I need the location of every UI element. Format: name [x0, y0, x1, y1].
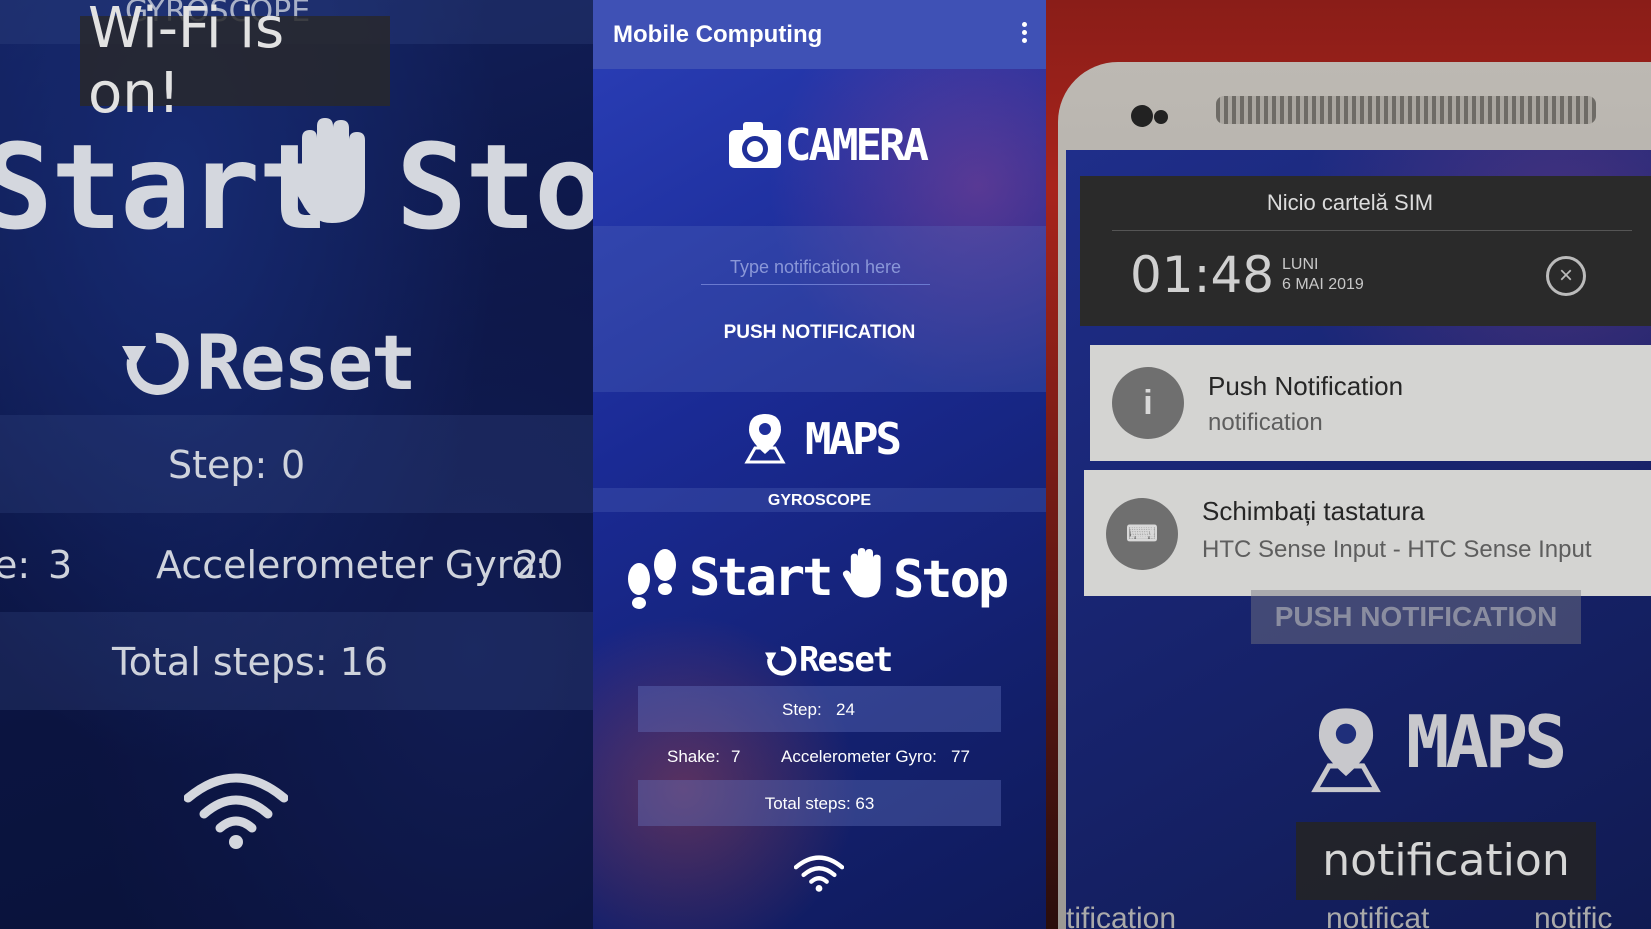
- shake-value: 7: [731, 747, 741, 766]
- total-steps: Total steps: 16: [112, 640, 389, 684]
- notification-body: HTC Sense Input - HTC Sense Input: [1202, 536, 1592, 563]
- sim-status: Nicio cartelă SIM: [1266, 190, 1434, 215]
- start-button[interactable]: Start: [0, 118, 329, 256]
- notification-card[interactable]: i Push Notification notification: [1090, 345, 1651, 461]
- accel-value: 20: [515, 543, 564, 587]
- device-photo: Nicio cartelă SIM 01:48 LUNI 6 MAI 2019 …: [1046, 0, 1651, 929]
- map-pin-icon: [1311, 708, 1381, 793]
- hand-stop-icon: [285, 118, 365, 223]
- notification-body: notification: [1208, 409, 1323, 436]
- stop-button[interactable]: Stop: [396, 118, 593, 256]
- step-label: Step:: [168, 443, 268, 487]
- speaker-grille: [1216, 96, 1596, 124]
- maps-button[interactable]: MAPS: [805, 414, 925, 465]
- reset-button[interactable]: Reset: [196, 318, 417, 407]
- clock-date: 6 MAI 2019: [1282, 276, 1364, 293]
- notification-title: Schimbați tastatura: [1202, 496, 1425, 526]
- app-title: Mobile Computing: [613, 20, 823, 48]
- shake-value: 3: [48, 543, 73, 587]
- map-pin-icon: [744, 414, 786, 464]
- bg-toast: notification: [1296, 822, 1596, 900]
- start-button[interactable]: Start: [689, 548, 834, 608]
- phone-screenshot: Mobile Computing CAMERA PUSH NOTIFICATIO…: [593, 0, 1046, 929]
- shake-label: e:: [0, 543, 31, 587]
- wifi-toast: Wi-Fi is on!: [80, 0, 390, 126]
- bg-toast-trail: tification: [1066, 902, 1177, 929]
- accel-value: 77: [951, 747, 970, 766]
- notification-card[interactable]: ⌨ Schimbați tastatura HTC Sense Input - …: [1084, 470, 1651, 596]
- gyroscope-header: GYROSCOPE: [767, 492, 872, 509]
- wifi-icon[interactable]: [794, 853, 844, 893]
- overflow-menu-icon[interactable]: [1022, 22, 1028, 46]
- bg-toast-trail: notificat: [1326, 902, 1430, 929]
- bg-maps-label: MAPS: [1406, 700, 1567, 784]
- clock-time: 01:48: [1130, 246, 1275, 304]
- stop-button[interactable]: Stop: [893, 550, 1013, 610]
- push-notification-button[interactable]: PUSH NOTIFICATION: [593, 322, 1046, 344]
- shake-label: Shake:: [667, 747, 720, 766]
- footprints-icon: [628, 549, 676, 609]
- zoomed-app-panel: GYROSCOPE Wi-Fi is on! Start Stop Reset …: [0, 0, 593, 929]
- camera-button[interactable]: CAMERA: [785, 120, 985, 171]
- reset-icon: [765, 646, 797, 676]
- notification-input[interactable]: [701, 250, 930, 285]
- notification-title: Push Notification: [1208, 371, 1404, 401]
- total-steps: Total steps: 63: [764, 794, 875, 813]
- toast-text: Wi-Fi is on!: [88, 0, 285, 126]
- reset-icon: [122, 332, 189, 395]
- front-camera-icon: [1131, 105, 1153, 127]
- wifi-icon[interactable]: [184, 770, 288, 850]
- clear-notifications-icon[interactable]: ×: [1546, 256, 1586, 296]
- keyboard-icon: ⌨: [1106, 498, 1178, 570]
- reset-button[interactable]: Reset: [799, 640, 899, 680]
- camera-icon: [729, 122, 781, 168]
- accel-label: Accelerometer Gyro:: [781, 747, 937, 766]
- bg-push-notification-button: PUSH NOTIFICATION: [1251, 590, 1581, 644]
- shade-divider: [1112, 230, 1632, 231]
- step-label: Step:: [782, 700, 822, 719]
- sensor-icon: [1154, 110, 1168, 124]
- step-value: 24: [836, 700, 855, 719]
- app-bar: Mobile Computing: [593, 0, 1046, 69]
- step-value: 0: [281, 443, 306, 487]
- bg-toast-trail: notific: [1534, 902, 1613, 929]
- info-icon: i: [1112, 367, 1184, 439]
- hand-stop-icon: [842, 548, 881, 598]
- clock-day: LUNI: [1282, 256, 1319, 273]
- accel-label: Accelerometer Gyro:: [156, 543, 548, 587]
